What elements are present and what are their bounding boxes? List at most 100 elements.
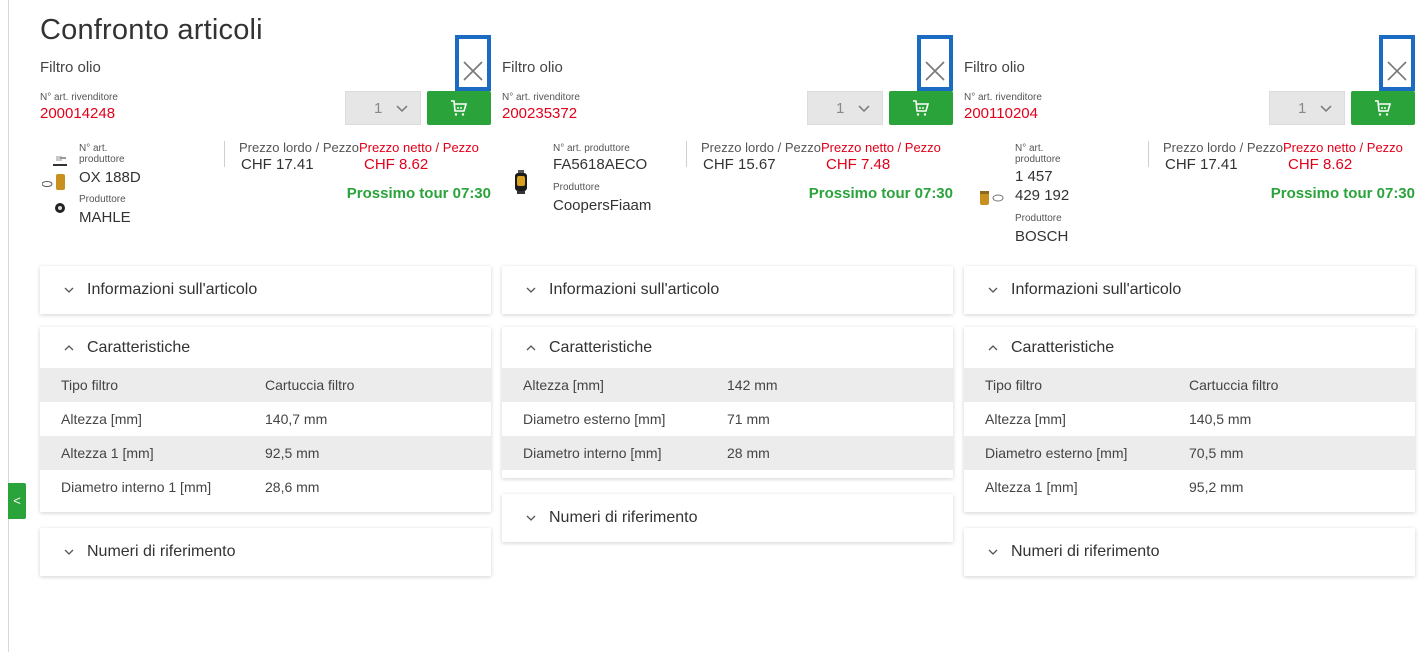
dealer-number[interactable]: 200235372 <box>502 105 577 122</box>
reference-numbers-header[interactable]: Numeri di riferimento <box>40 528 491 576</box>
gross-price: CHF 15.67 <box>703 156 776 173</box>
article-info-title: Informazioni sull'articolo <box>1011 281 1182 298</box>
characteristic-key: Tipo filtro <box>61 377 119 393</box>
article-name: Filtro olio <box>502 59 563 76</box>
panel-spacer <box>40 504 491 512</box>
price-divider <box>224 141 225 167</box>
price-headers: Prezzo lordo / PezzoPrezzo netto / Pezzo <box>701 140 941 155</box>
characteristic-value: 92,5 mm <box>265 445 320 461</box>
manufacturer-number-label: N° art. produttore <box>1015 143 1061 165</box>
characteristic-row: Diametro interno 1 [mm] 28,6 mm <box>40 470 491 504</box>
dealer-number-label: N° art. rivenditore <box>502 92 580 103</box>
product-thumbnail[interactable] <box>978 188 1004 208</box>
characteristic-key: Altezza 1 [mm] <box>985 479 1078 495</box>
characteristic-row: Altezza 1 [mm] 92,5 mm <box>40 436 491 470</box>
characteristics-header[interactable]: Caratteristiche <box>964 327 1415 368</box>
reference-numbers-header[interactable]: Numeri di riferimento <box>964 528 1415 576</box>
characteristic-value: Cartuccia filtro <box>265 377 355 393</box>
quantity-select[interactable]: 1 <box>1269 91 1345 125</box>
article-name: Filtro olio <box>964 59 1025 76</box>
characteristic-row: Altezza [mm] 140,5 mm <box>964 402 1415 436</box>
price-divider <box>1148 141 1149 167</box>
price-divider <box>686 141 687 167</box>
net-price-label: Prezzo netto / Pezzo <box>1282 140 1403 155</box>
chevron-down-icon <box>526 287 536 293</box>
manufacturer-number: FA5618AECO <box>553 156 648 173</box>
characteristic-row: Altezza 1 [mm] 95,2 mm <box>964 470 1415 504</box>
reference-numbers-header[interactable]: Numeri di riferimento <box>502 494 953 542</box>
article-info-header[interactable]: Informazioni sull'articolo <box>40 266 491 314</box>
price-headers: Prezzo lordo / PezzoPrezzo netto / Pezzo <box>239 140 479 155</box>
reference-numbers-panel[interactable]: Numeri di riferimento <box>40 528 491 576</box>
gross-price: CHF 17.41 <box>241 156 314 173</box>
add-to-cart-button[interactable] <box>427 91 491 125</box>
gross-price-label: Prezzo lordo / Pezzo <box>701 140 821 155</box>
net-price: CHF 8.62 <box>364 156 429 173</box>
chevron-down-icon <box>858 105 870 113</box>
dealer-number-label: N° art. rivenditore <box>964 92 1042 103</box>
delivery-tour: Prossimo tour 07:30 <box>346 185 491 202</box>
side-panel-toggle[interactable]: < <box>8 483 26 519</box>
manufacturer-number-line-2: 429 192 <box>1015 187 1070 204</box>
characteristic-value: 140,7 mm <box>265 411 328 427</box>
remove-article-button[interactable] <box>917 35 953 91</box>
article-column-3: Filtro olio N° art. rivenditore 20011020… <box>964 0 1415 652</box>
article-info-panel[interactable]: Informazioni sull'articolo <box>502 266 953 314</box>
product-thumbnail[interactable] <box>514 170 528 196</box>
article-info-header[interactable]: Informazioni sull'articolo <box>502 266 953 314</box>
manufacturer-name: BOSCH <box>1015 228 1069 245</box>
reference-numbers-title: Numeri di riferimento <box>87 543 236 560</box>
article-info-panel[interactable]: Informazioni sull'articolo <box>40 266 491 314</box>
net-price: CHF 8.62 <box>1288 156 1353 173</box>
dealer-number[interactable]: 200014248 <box>40 105 115 122</box>
manufacturer-name: MAHLE <box>79 209 131 226</box>
characteristics-title: Caratteristiche <box>549 338 653 356</box>
characteristic-value: Cartuccia filtro <box>1189 377 1279 393</box>
article-info-panel[interactable]: Informazioni sull'articolo <box>964 266 1415 314</box>
dealer-number-label: N° art. rivenditore <box>40 92 118 103</box>
cart-icon <box>913 100 930 116</box>
remove-article-button[interactable] <box>1379 35 1415 91</box>
characteristic-key: Diametro esterno [mm] <box>523 411 666 427</box>
chevron-down-icon <box>64 287 74 293</box>
add-to-cart-button[interactable] <box>889 91 953 125</box>
close-icon <box>925 61 945 81</box>
quantity-select[interactable]: 1 <box>807 91 883 125</box>
add-to-cart-button[interactable] <box>1351 91 1415 125</box>
reference-numbers-panel[interactable]: Numeri di riferimento <box>964 528 1415 576</box>
gross-price: CHF 17.41 <box>1165 156 1238 173</box>
quantity-select[interactable]: 1 <box>345 91 421 125</box>
characteristic-value: 28 mm <box>727 445 770 461</box>
manufacturer-number-label: N° art. produttore <box>553 143 630 154</box>
characteristic-row: Tipo filtro Cartuccia filtro <box>40 368 491 402</box>
remove-article-button[interactable] <box>455 35 491 91</box>
reference-numbers-title: Numeri di riferimento <box>549 509 698 526</box>
characteristics-panel: Caratteristiche Altezza [mm] 142 mm Diame… <box>502 327 953 478</box>
gross-price-label: Prezzo lordo / Pezzo <box>239 140 359 155</box>
left-divider <box>8 0 9 652</box>
characteristic-key: Diametro interno 1 [mm] <box>61 479 212 495</box>
characteristics-header[interactable]: Caratteristiche <box>40 327 491 368</box>
panel-spacer <box>502 470 953 478</box>
net-price-label: Prezzo netto / Pezzo <box>820 140 941 155</box>
characteristic-value: 71 mm <box>727 411 770 427</box>
panel-spacer <box>964 504 1415 512</box>
article-name: Filtro olio <box>40 59 101 76</box>
article-info-header[interactable]: Informazioni sull'articolo <box>964 266 1415 314</box>
characteristic-key: Altezza 1 [mm] <box>61 445 154 461</box>
quantity-value: 1 <box>1298 99 1307 117</box>
characteristic-row: Diametro esterno [mm] 71 mm <box>502 402 953 436</box>
product-thumbnail[interactable] <box>42 150 76 218</box>
reference-numbers-panel[interactable]: Numeri di riferimento <box>502 494 953 542</box>
chevron-up-icon <box>526 344 536 350</box>
delivery-tour: Prossimo tour 07:30 <box>1270 185 1415 202</box>
chevron-down-icon <box>1320 105 1332 113</box>
chevron-left-icon: < <box>13 493 21 508</box>
characteristics-header[interactable]: Caratteristiche <box>502 327 953 368</box>
chevron-down-icon <box>526 515 536 521</box>
article-info-title: Informazioni sull'articolo <box>549 281 720 298</box>
article-column-2: Filtro olio N° art. rivenditore 20023537… <box>502 0 953 652</box>
dealer-number[interactable]: 200110204 <box>964 105 1038 122</box>
quantity-value: 1 <box>374 99 383 117</box>
characteristic-row: Tipo filtro Cartuccia filtro <box>964 368 1415 402</box>
